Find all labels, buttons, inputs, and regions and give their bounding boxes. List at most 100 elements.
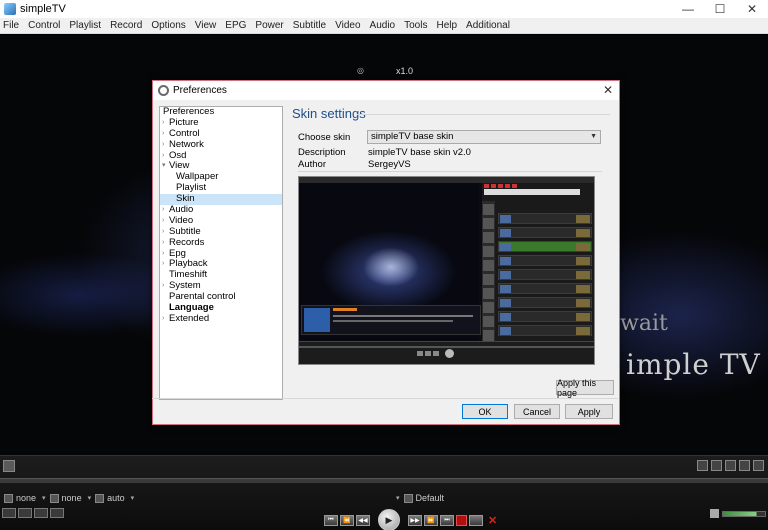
tree-item-label: Records [169,236,205,248]
tree-item-label: Subtitle [169,225,201,237]
camera-icon[interactable]: ◎ [357,66,364,75]
expand-arrow-icon[interactable]: › [162,259,164,270]
record-stop-icon[interactable] [456,514,467,526]
preview-controls [299,341,594,364]
forward-button[interactable]: ▶▶ [408,514,422,526]
aspect-dropdown-icon[interactable]: ▾ [131,494,135,502]
description-label: Description [298,147,346,158]
expand-arrow-icon[interactable]: › [162,227,164,238]
panel-icon-5[interactable] [753,460,764,471]
forward-fast-button[interactable]: ⏩ [424,514,438,526]
last-button[interactable]: ⏭ [440,514,454,526]
menu-audio[interactable]: Audio [370,20,396,31]
preview-category-row [498,311,592,322]
expand-arrow-icon[interactable]: › [162,281,164,292]
background-text-wait: wait [620,311,668,336]
menu-help[interactable]: Help [436,20,457,31]
preview-category-row [498,297,592,308]
expand-arrow-icon[interactable]: › [162,216,164,227]
menu-epg[interactable]: EPG [225,20,246,31]
aspect-select[interactable]: auto [107,493,125,503]
tree-item-extended[interactable]: › Extended [160,313,282,325]
minimize-button[interactable]: — [672,0,704,18]
preferences-gear-icon [158,85,169,96]
expand-arrow-icon[interactable]: › [162,129,164,140]
close-stream-icon[interactable]: ✕ [488,514,497,527]
expand-arrow-icon[interactable]: › [162,249,164,260]
maximize-button[interactable]: ☐ [704,0,736,18]
expand-arrow-icon[interactable]: › [162,314,164,325]
menu-power[interactable]: Power [255,20,283,31]
menu-control[interactable]: Control [28,20,60,31]
preferences-tree: Preferences › Picture › Control › Network › Osd ▾… [159,106,283,400]
tree-item-label: Parental control [169,291,236,303]
capture-icon[interactable] [469,514,483,526]
subtitle-icon[interactable] [4,493,13,503]
subtitle-select[interactable]: none [16,493,36,503]
playlist-toggle-icon[interactable] [3,460,15,472]
rewind-fast-button[interactable]: ⏪ [340,514,354,526]
preview-clapper-icon [304,308,330,332]
menu-view[interactable]: View [195,20,217,31]
menu-bar: File Control Playlist Record Options Vie… [0,18,768,34]
window-title: simpleTV [20,3,66,15]
panel-icon-2[interactable] [711,460,722,471]
view-mode-icon-4[interactable] [50,508,64,518]
ok-button[interactable]: OK [462,404,508,419]
tree-item-label: View [169,160,190,172]
expand-arrow-icon[interactable]: › [162,205,164,216]
collapse-arrow-icon[interactable]: ▾ [162,161,166,172]
close-window-button[interactable]: ✕ [736,0,768,18]
preview-category-row [498,283,592,294]
rewind-button[interactable]: ◀◀ [356,514,370,526]
expand-arrow-icon[interactable]: › [162,118,164,129]
expand-arrow-icon[interactable]: › [162,238,164,249]
view-mode-icon-1[interactable] [2,508,16,518]
cancel-button[interactable]: Cancel [514,404,560,419]
menu-subtitle[interactable]: Subtitle [293,20,326,31]
playback-speed: x1.0 [396,66,414,76]
aspect-icon[interactable] [95,493,105,503]
expand-arrow-icon[interactable]: › [162,151,164,162]
seek-bar[interactable] [0,478,768,483]
volume-control[interactable] [710,509,766,518]
menu-video[interactable]: Video [335,20,360,31]
view-mode-icon-3[interactable] [34,508,48,518]
preset-icon[interactable] [403,493,413,503]
window-titlebar: simpleTV — ☐ ✕ [0,0,768,18]
pane-separator [298,171,602,172]
skin-select-value: simpleTV base skin [371,131,454,142]
menu-file[interactable]: File [3,20,19,31]
dialog-button-separator [152,398,618,399]
view-mode-icon-2[interactable] [18,508,32,518]
dialog-close-button[interactable]: ✕ [603,83,613,97]
play-button[interactable]: ▶ [378,509,400,530]
pane-title: Skin settings [292,106,366,121]
audio-track-icon[interactable] [49,493,59,503]
expand-arrow-icon[interactable]: › [162,140,164,151]
apply-button[interactable]: Apply [565,404,613,419]
panel-icon-3[interactable] [725,460,736,471]
menu-record[interactable]: Record [110,20,142,31]
preview-category-row [498,241,592,252]
panel-icon-1[interactable] [697,460,708,471]
audio-track-select[interactable]: none [62,493,82,503]
skin-select[interactable]: simpleTV base skin ▼ [367,130,601,144]
volume-slider[interactable] [722,510,766,517]
chevron-down-icon[interactable]: ▼ [590,131,597,143]
preview-category-row [498,213,592,224]
menu-options[interactable]: Options [151,20,185,31]
audio-dropdown-icon[interactable]: ▾ [88,494,92,502]
speaker-icon[interactable] [710,509,719,518]
subtitle-dropdown-icon[interactable]: ▾ [42,494,46,502]
preset-select[interactable]: Default [416,493,445,503]
app-icon [4,3,16,15]
apply-this-page-button[interactable]: Apply this page [556,378,614,398]
menu-playlist[interactable]: Playlist [69,20,101,31]
panel-icon-4[interactable] [739,460,750,471]
first-button[interactable]: ⏮ [324,514,338,526]
menu-additional[interactable]: Additional [466,20,510,31]
tree-item-label: Video [169,214,194,226]
menu-tools[interactable]: Tools [404,20,427,31]
preset-dropdown-icon[interactable]: ▾ [396,494,400,502]
